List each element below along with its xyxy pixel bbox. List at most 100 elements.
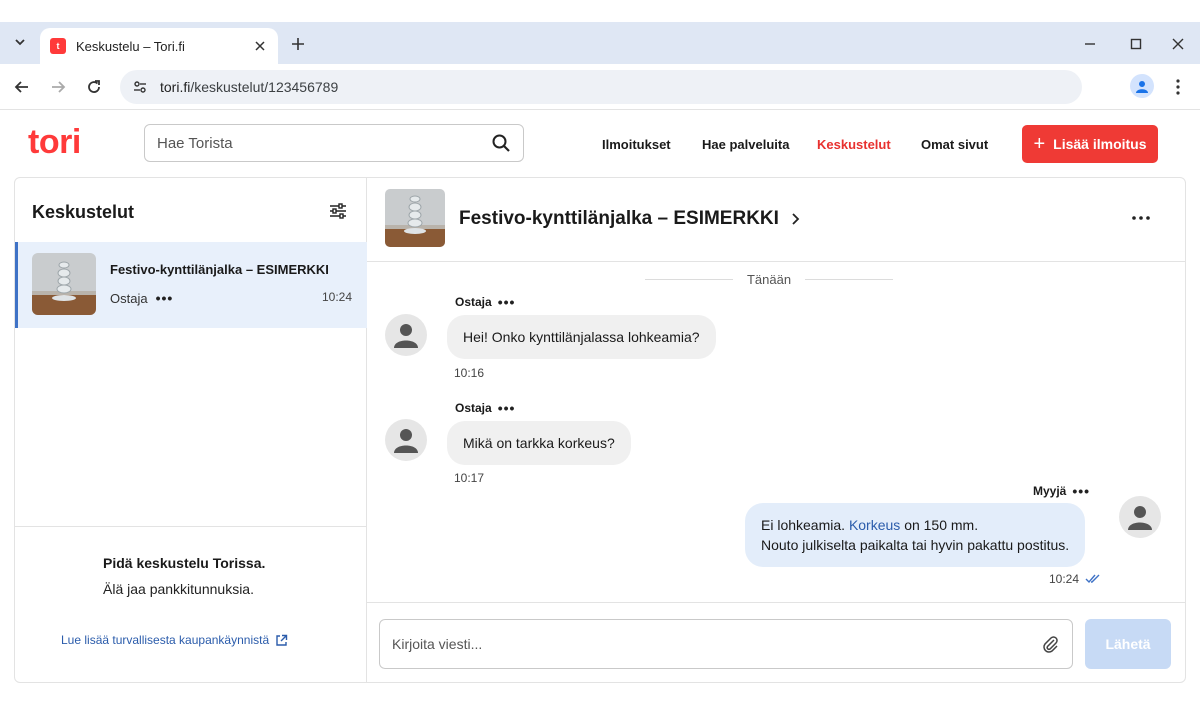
profile-button[interactable] xyxy=(1130,74,1154,98)
sidebar-header: Keskustelut xyxy=(15,178,367,242)
message-composer: Lähetä xyxy=(367,602,1185,682)
send-button[interactable]: Lähetä xyxy=(1085,619,1171,669)
chevron-down-icon xyxy=(15,39,25,46)
browser-tab[interactable]: t Keskustelu – Tori.fi xyxy=(40,28,278,64)
chevron-right-icon xyxy=(792,213,800,225)
site-header: tori Ilmoitukset Hae palveluita Keskuste… xyxy=(0,111,1200,177)
url-path: /keskustelut/123456789 xyxy=(190,79,339,95)
message-input[interactable] xyxy=(392,636,1040,652)
tori-logo[interactable]: tori xyxy=(28,123,81,162)
safety-notice: Pidä keskustelu Torissa. Älä jaa pankkit… xyxy=(15,526,367,682)
maximize-icon xyxy=(1130,38,1142,50)
tab-search-button[interactable] xyxy=(8,30,32,54)
arrow-right-icon xyxy=(52,81,66,93)
add-listing-button[interactable]: + Lisää ilmoitus xyxy=(1022,125,1158,163)
candlestick-image xyxy=(385,189,445,247)
person-icon xyxy=(394,324,418,348)
browser-menu-button[interactable] xyxy=(1168,75,1188,99)
nav-link-keskustelut[interactable]: Keskustelut xyxy=(817,137,891,152)
message-time: 10:16 xyxy=(454,366,485,380)
nav-link-ilmoitukset[interactable]: Ilmoitukset xyxy=(602,137,671,152)
sender-name: Myyjä xyxy=(1033,484,1067,498)
arrow-left-icon xyxy=(14,81,28,93)
message-bubble: Hei! Onko kynttilänjalassa lohkeamia? xyxy=(447,315,716,359)
avatar xyxy=(385,314,427,356)
messaging-panel: Keskustelut Festivo-kynttilänjalka – ESI… xyxy=(14,177,1186,683)
chat-title-link[interactable]: Festivo-kynttilänjalka – ESIMERKKI xyxy=(459,208,801,230)
sidebar-title: Keskustelut xyxy=(32,202,135,222)
conversation-sidebar: Keskustelut Festivo-kynttilänjalka – ESI… xyxy=(15,178,367,682)
more-dots-icon: ••• xyxy=(497,294,516,310)
day-label: Tänään xyxy=(746,272,792,287)
page: t Keskustelu – Tori.fi tori.fi/keskustel… xyxy=(0,0,1200,720)
message-time: 10:17 xyxy=(454,471,485,485)
minimize-button[interactable] xyxy=(1080,34,1100,54)
conversation-role: Ostaja ••• xyxy=(110,290,173,306)
address-bar[interactable]: tori.fi/keskustelut/123456789 xyxy=(120,70,1082,104)
reload-button[interactable] xyxy=(82,75,106,99)
plus-icon: + xyxy=(1033,133,1046,155)
message-time: 10:24 xyxy=(1049,572,1101,586)
message-line: Ei lohkeamia. Korkeus on 150 mm. xyxy=(761,515,1069,535)
message-text: on 150 mm. xyxy=(904,517,979,533)
nav-link-omat-sivut[interactable]: Omat sivut xyxy=(921,137,988,152)
safety-heading: Pidä keskustelu Torissa. xyxy=(103,555,266,571)
safe-trading-link[interactable]: Lue lisää turvallisesta kaupankäynnistä xyxy=(61,633,288,647)
chat-options-button[interactable] xyxy=(1131,208,1155,228)
sliders-icon[interactable] xyxy=(328,201,348,221)
listing-thumbnail[interactable] xyxy=(385,189,445,247)
nav-link-hae-palveluita[interactable]: Hae palveluita xyxy=(702,137,789,152)
more-dots-icon: ••• xyxy=(497,400,516,416)
message-line: Nouto julkiselta paikalta tai hyvin paka… xyxy=(761,537,1070,553)
close-icon xyxy=(255,41,265,51)
message-bubble: Ei lohkeamia. Korkeus on 150 mm. Nouto j… xyxy=(745,503,1086,567)
vertical-dots-icon xyxy=(1176,79,1180,95)
safety-text: Älä jaa pankkitunnuksia. xyxy=(103,581,254,597)
external-link-icon xyxy=(276,634,288,646)
message-text: Ei lohkeamia. xyxy=(761,517,846,533)
horizontal-dots-icon xyxy=(1132,216,1150,220)
day-separator: Tänään xyxy=(645,272,893,287)
tori-favicon: t xyxy=(50,38,66,54)
close-icon xyxy=(1172,38,1184,50)
candlestick-image xyxy=(32,253,96,315)
avatar xyxy=(385,419,427,461)
tab-close-button[interactable] xyxy=(252,38,268,54)
url-host: tori.fi xyxy=(160,79,191,95)
back-button[interactable] xyxy=(10,75,34,99)
message-bubble: Mikä on tarkka korkeus? xyxy=(447,421,631,465)
listing-thumbnail xyxy=(32,253,96,315)
conversation-time: 10:24 xyxy=(321,290,352,304)
person-icon xyxy=(394,429,418,453)
maximize-button[interactable] xyxy=(1126,34,1146,54)
conversation-item[interactable]: Festivo-kynttilänjalka – ESIMERKKI Ostaj… xyxy=(15,242,367,328)
search-icon[interactable] xyxy=(491,133,511,153)
tune-icon[interactable] xyxy=(132,79,148,95)
sender-name: Ostaja xyxy=(455,295,492,309)
minimize-icon xyxy=(1085,43,1095,45)
new-tab-button[interactable] xyxy=(288,34,308,54)
more-dots-icon: ••• xyxy=(155,290,174,306)
message-sender: Ostaja ••• xyxy=(455,294,515,310)
person-icon xyxy=(1128,506,1152,530)
message-input-box xyxy=(379,619,1073,669)
chat-panel: Festivo-kynttilänjalka – ESIMERKKI Tänää… xyxy=(367,178,1185,682)
window-close-button[interactable] xyxy=(1168,34,1188,54)
add-listing-label: Lisää ilmoitus xyxy=(1053,136,1147,152)
avatar xyxy=(1119,496,1161,538)
tab-title: Keskustelu – Tori.fi xyxy=(76,38,185,54)
more-dots-icon: ••• xyxy=(1072,483,1091,499)
message-time-label: 10:24 xyxy=(1049,572,1080,586)
reload-icon xyxy=(88,80,100,93)
site-search xyxy=(144,124,524,162)
forward-button[interactable] xyxy=(46,75,70,99)
safe-trading-link-label: Lue lisää turvallisesta kaupankäynnistä xyxy=(61,633,270,647)
plus-icon xyxy=(292,38,304,50)
conversation-role-label: Ostaja xyxy=(110,290,148,306)
message-sender: Myyjä ••• xyxy=(1033,483,1090,499)
paperclip-icon[interactable] xyxy=(1040,634,1060,654)
divider xyxy=(805,279,893,280)
search-input[interactable] xyxy=(157,134,491,152)
message-sender: Ostaja ••• xyxy=(455,400,515,416)
person-icon xyxy=(1136,81,1148,93)
